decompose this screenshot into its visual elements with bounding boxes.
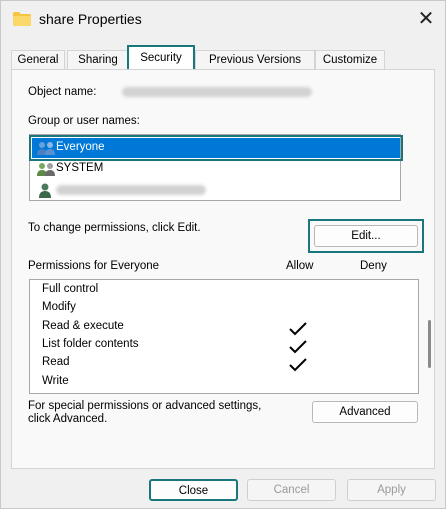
advanced-hint-line2: click Advanced. xyxy=(28,413,108,425)
advanced-hint-line1: For special permissions or advanced sett… xyxy=(28,400,262,412)
checkmark-icon xyxy=(289,340,307,354)
user-icon xyxy=(39,183,51,198)
cancel-button[interactable]: Cancel xyxy=(247,479,336,501)
user-row-redacted[interactable] xyxy=(32,180,400,200)
title-bar: share Properties ✕ xyxy=(1,1,445,37)
advanced-button[interactable]: Advanced xyxy=(312,401,418,423)
user-label-everyone: Everyone xyxy=(56,141,105,153)
permission-row: Read & execute xyxy=(42,320,124,332)
users-list[interactable]: Everyone SYSTEM xyxy=(29,134,403,201)
permission-row: Modify xyxy=(42,301,76,313)
permissions-for-label: Permissions for Everyone xyxy=(28,260,160,272)
tab-previous-versions[interactable]: Previous Versions xyxy=(195,50,315,70)
system-users-icon xyxy=(37,163,55,176)
permission-row: Read xyxy=(42,356,70,368)
object-name-value-redacted xyxy=(122,87,312,97)
folder-icon xyxy=(13,12,31,26)
permissions-list: Full control Modify Read & execute List … xyxy=(29,279,431,394)
permissions-scrollbar[interactable] xyxy=(428,320,431,368)
checkmark-icon xyxy=(289,358,307,372)
tab-customize[interactable]: Customize xyxy=(315,50,385,70)
group-users-icon xyxy=(37,142,55,155)
group-user-names-label: Group or user names: xyxy=(28,115,140,127)
user-row-everyone[interactable]: Everyone xyxy=(29,135,403,161)
permission-row: List folder contents xyxy=(42,338,139,350)
user-label-system: SYSTEM xyxy=(56,162,104,174)
permission-row: Full control xyxy=(42,283,99,295)
properties-window: share Properties ✕ General Sharing Previ… xyxy=(0,0,446,509)
tab-sharing[interactable]: Sharing xyxy=(67,50,129,70)
user-name-redacted xyxy=(56,185,206,195)
object-name-label: Object name: xyxy=(28,86,97,98)
close-button[interactable]: Close xyxy=(149,479,238,501)
edit-button[interactable]: Edit... xyxy=(314,225,418,247)
permission-row: Write xyxy=(42,375,69,387)
checkmark-icon xyxy=(289,322,307,336)
allow-column-header: Allow xyxy=(286,260,314,272)
close-window-button[interactable]: ✕ xyxy=(411,5,441,33)
apply-button[interactable]: Apply xyxy=(347,479,436,501)
window-title: share Properties xyxy=(39,11,142,27)
security-panel: Object name: Group or user names: Everyo… xyxy=(11,69,435,469)
change-permissions-hint: To change permissions, click Edit. xyxy=(28,222,201,234)
user-row-system[interactable]: SYSTEM xyxy=(32,159,400,179)
tab-general[interactable]: General xyxy=(11,50,65,70)
tab-security[interactable]: Security xyxy=(127,45,195,71)
deny-column-header: Deny xyxy=(360,260,387,272)
